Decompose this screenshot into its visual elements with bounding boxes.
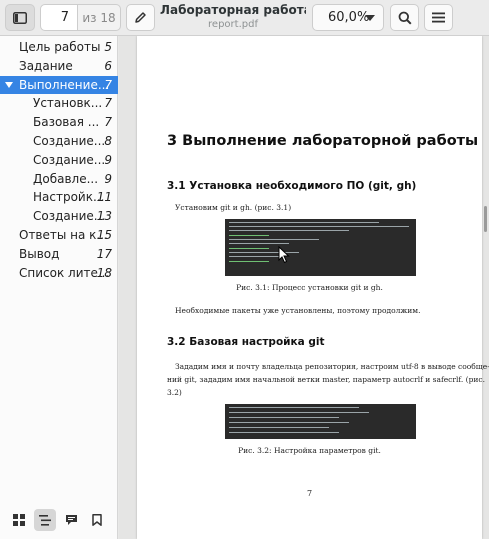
toc-item[interactable]: Установк... 7 [0, 94, 118, 112]
toc-item[interactable]: Создание... 13 [0, 207, 118, 225]
bookmarks-icon [92, 514, 102, 526]
toc-item-page: 15 [96, 228, 112, 242]
pdf-page: 3 Выполнение лабораторной работы 3.1 Уст… [137, 36, 489, 539]
document-title: Лабораторная работа ... [160, 3, 306, 17]
figure-caption-3-1: Рис. 3.1: Процесс установки git и gh. [236, 283, 383, 292]
document-filename: report.pdf [208, 19, 258, 30]
tab-annotations[interactable] [60, 509, 82, 531]
toc-item-page: 6 [104, 58, 112, 73]
paragraph: Необходимые пакеты уже установлены, поэт… [175, 306, 421, 315]
toc-item-label: Создание... [33, 152, 106, 167]
toc-item-label: Цель работы [19, 40, 101, 54]
page-number: 7 [306, 489, 313, 498]
toc-item-label: Создание... [33, 209, 106, 224]
figure-terminal-screenshot [225, 404, 416, 439]
toc-item[interactable]: Создание... 9 [0, 151, 118, 169]
toc-item-label: Выполнение... [19, 77, 110, 92]
toc-item[interactable]: Настройк... 11 [0, 188, 118, 206]
toc-item-page: 7 [104, 77, 112, 92]
toc-item-page: 7 [104, 96, 112, 111]
paragraph-line: ний git, зададим имя начальной ветки mas… [167, 375, 485, 384]
toc-item-page: 17 [96, 246, 112, 261]
annotate-button[interactable] [126, 4, 155, 31]
pencil-icon [135, 12, 146, 23]
paragraph-line: 3.2) [167, 388, 182, 397]
toc-item-label: Ответы на к... [19, 228, 108, 242]
tab-bookmarks[interactable] [86, 509, 108, 531]
toc-item[interactable]: Добавле... 9 [0, 170, 118, 188]
annotations-icon [65, 515, 77, 525]
search-button[interactable] [390, 4, 419, 31]
figure-caption-3-2: Рис. 3.2: Настройка параметров git. [238, 446, 381, 455]
toc-item[interactable]: Ответы на к... 15 [0, 226, 118, 244]
hamburger-menu-icon [432, 12, 445, 23]
toc-item-page: 5 [104, 40, 112, 54]
toc-item-page: 18 [96, 265, 112, 280]
toc-item[interactable]: Задание 6 [0, 57, 118, 75]
tab-outline[interactable] [34, 509, 56, 531]
mouse-cursor-icon [278, 246, 290, 264]
toc-item-label: Установк... [33, 96, 103, 111]
header-bar: 7 из 18 Лабораторная работа ... report.p… [0, 0, 489, 36]
toc-item[interactable]: Вывод 17 [0, 245, 118, 263]
toc-item-label: Вывод [19, 246, 60, 261]
sidebar-icon [13, 11, 27, 24]
toc-item-page: 9 [104, 152, 112, 167]
page-number-input[interactable]: 7 [40, 4, 78, 31]
sidebar-toggle-button[interactable] [5, 4, 35, 31]
toc-item[interactable]: Создание... 8 [0, 132, 118, 150]
toc-item-label: Задание [19, 58, 73, 73]
zoom-selector[interactable]: 60,0% [312, 4, 384, 31]
thumbnails-icon [13, 514, 25, 526]
toc-item[interactable]: Цель работы 5 [0, 38, 118, 56]
sidebar-outline: Цель работы 5 Задание 6 Выполнение... 7 Устано… [0, 36, 118, 539]
zoom-value: 60,0% [328, 10, 370, 25]
window-title: Лабораторная работа ... report.pdf [160, 3, 306, 30]
toc-item-label: Базовая ... [33, 115, 100, 130]
page-total-label: из 18 [77, 4, 121, 31]
figure-terminal-screenshot [225, 219, 416, 276]
toc-item-label: Добавле... [33, 171, 99, 186]
toc-item[interactable]: Список лите... 18 [0, 264, 118, 282]
toc-item[interactable]: Выполнение... 7 [0, 75, 118, 94]
chapter-heading: 3 Выполнение лабораторной работы [167, 133, 479, 149]
document-view[interactable]: 3 Выполнение лабораторной работы 3.1 Уст… [119, 36, 489, 539]
toc-item-page: 8 [104, 134, 112, 148]
paragraph-line: Зададим имя и почту владельца репозитори… [175, 362, 489, 371]
toc-item[interactable]: Базовая ... 7 [0, 113, 118, 131]
section-heading-3-1: 3.1 Установка необходимого ПО (git, gh) [167, 180, 417, 192]
outline-icon [39, 514, 51, 526]
toc-item-label: Настройк... [33, 190, 105, 205]
paragraph: Установим git и gh. (рис. 3.1) [175, 203, 292, 212]
tab-thumbnails[interactable] [8, 509, 30, 531]
toc-item-page: 11 [96, 190, 112, 205]
search-icon [398, 11, 412, 25]
main-menu-button[interactable] [424, 4, 453, 31]
current-page-value: 7 [60, 10, 69, 25]
sidebar-tabs [0, 506, 118, 539]
vertical-scrollbar[interactable] [484, 206, 487, 232]
toc-item-page: 13 [96, 209, 112, 224]
toc-item-label: Создание... [33, 134, 106, 148]
toc-item-page: 7 [104, 115, 112, 130]
chevron-down-icon [365, 15, 375, 21]
toc-item-page: 9 [104, 171, 112, 186]
expander-triangle-icon[interactable] [5, 81, 13, 88]
section-heading-3-2: 3.2 Базовая настройка git [167, 336, 325, 348]
